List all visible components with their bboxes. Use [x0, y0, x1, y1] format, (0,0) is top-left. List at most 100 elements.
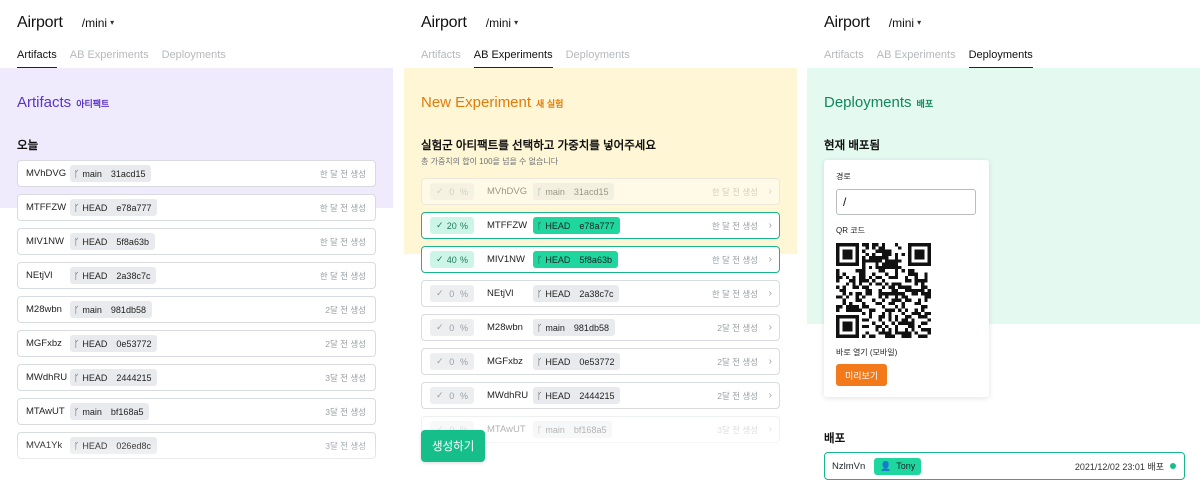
artifact-name: NEtjVl: [26, 270, 53, 281]
project-selector[interactable]: /mini ▾: [82, 16, 114, 30]
weight-note: 총 가중치의 합이 100을 넘을 수 없습니다: [421, 157, 559, 166]
git-branch-icon: ᚴ: [537, 186, 543, 197]
project-selector[interactable]: /mini ▾: [889, 16, 921, 30]
check-icon: ✓: [436, 288, 444, 298]
deployment-row[interactable]: NzlmVn 👤 Tony 2021/12/02 23:01 배포: [824, 452, 1185, 480]
tab-deployments[interactable]: Deployments: [968, 49, 1033, 68]
chevron-right-icon: ›: [768, 186, 772, 197]
artifacts-panel: Airport /mini ▾ Artifacts AB Experiments …: [0, 0, 393, 480]
experiment-artifact-row[interactable]: ✓ 0% MWdhRU ᚴ HEAD 2444215 2달 전 생성 ›: [421, 382, 780, 409]
project-name: /mini: [485, 16, 512, 30]
created-time: 한 달 전 생성: [319, 236, 366, 247]
branch-name: HEAD: [545, 288, 571, 299]
created-time: 3달 전 생성: [717, 424, 758, 435]
artifact-name: MVhDVG: [487, 186, 528, 197]
current-deployment-heading: 현재 배포됨: [824, 140, 881, 152]
top-bar: Airport /mini ▾: [421, 12, 518, 34]
weight-input[interactable]: ✓ 0%: [430, 353, 474, 370]
preview-button[interactable]: 미리보기: [836, 364, 888, 386]
tab-artifacts[interactable]: Artifacts: [421, 49, 461, 68]
artifact-row[interactable]: MVA1Yk ᚴ HEAD 026ed8c 3달 전 생성: [17, 432, 376, 459]
experiment-artifact-row[interactable]: ✓ 0% MGFxbz ᚴ HEAD 0e53772 2달 전 생성 ›: [421, 348, 780, 375]
weight-input[interactable]: ✓ 0%: [430, 183, 474, 200]
created-time: 2달 전 생성: [325, 338, 366, 349]
branch-badge: ᚴ main 31acd15: [70, 165, 152, 182]
created-time: 한 달 전 생성: [711, 288, 758, 299]
artifact-row[interactable]: MTAwUT ᚴ main bf168a5 3달 전 생성: [17, 398, 376, 425]
experiment-artifact-row[interactable]: ✓ 20% MTFFZW ᚴ HEAD e78a777 한 달 전 생성 ›: [421, 212, 780, 239]
git-branch-icon: ᚴ: [537, 220, 543, 231]
tab-ab-experiments[interactable]: AB Experiments: [70, 49, 149, 68]
git-branch-icon: ᚴ: [537, 390, 543, 401]
artifact-name: MGFxbz: [487, 356, 523, 367]
tab-ab-experiments[interactable]: AB Experiments: [877, 49, 956, 68]
weight-value: 0: [449, 356, 455, 367]
tab-deployments[interactable]: Deployments: [162, 49, 226, 68]
git-branch-icon: ᚴ: [74, 440, 80, 451]
percent-sign: %: [459, 186, 468, 197]
created-time: 한 달 전 생성: [711, 186, 758, 197]
chevron-down-icon: ▾: [110, 17, 115, 27]
project-selector[interactable]: /mini ▾: [486, 16, 518, 30]
branch-badge: ᚴ HEAD e78a777: [70, 199, 158, 216]
weight-input[interactable]: ✓ 0%: [430, 285, 474, 302]
tab-artifacts[interactable]: Artifacts: [824, 49, 864, 68]
check-icon: ✓: [436, 356, 444, 366]
branch-name: HEAD: [545, 220, 571, 231]
artifact-name: MTAwUT: [26, 406, 65, 417]
artifact-row[interactable]: M28wbn ᚴ main 981db58 2달 전 생성: [17, 296, 376, 323]
git-branch-icon: ᚴ: [74, 338, 80, 349]
artifact-row[interactable]: NEtjVl ᚴ HEAD 2a38c7c 한 달 전 생성: [17, 262, 376, 289]
experiment-artifact-row[interactable]: ✓ 0% MVhDVG ᚴ main 31acd15 한 달 전 생성 ›: [421, 178, 780, 205]
weight-input[interactable]: ✓ 40%: [430, 251, 474, 268]
create-button[interactable]: 생성하기: [421, 430, 486, 462]
branch-badge: ᚴ HEAD 5f8a63b: [533, 251, 618, 268]
artifact-row[interactable]: MTFFZW ᚴ HEAD e78a777 한 달 전 생성: [17, 194, 376, 221]
branch-name: HEAD: [82, 202, 108, 213]
percent-sign: %: [459, 356, 468, 367]
branch-badge: ᚴ HEAD e78a777: [533, 217, 621, 234]
artifact-name: MTFFZW: [487, 220, 528, 231]
experiment-artifact-row[interactable]: ✓ 0% M28wbn ᚴ main 981db58 2달 전 생성 ›: [421, 314, 780, 341]
check-icon: ✓: [436, 390, 444, 400]
weight-input[interactable]: ✓ 20%: [430, 217, 474, 234]
weight-value: 0: [449, 288, 455, 299]
created-time: 한 달 전 생성: [319, 270, 366, 281]
commit-hash: 981db58: [110, 304, 146, 315]
branch-name: HEAD: [82, 372, 108, 383]
weight-input[interactable]: ✓ 0%: [430, 387, 474, 404]
tab-bar: Artifacts AB Experiments Deployments: [824, 49, 1033, 68]
artifact-name: MVA1Yk: [26, 440, 63, 451]
branch-name: HEAD: [545, 356, 571, 367]
branch-badge: ᚴ main bf168a5: [70, 403, 150, 420]
check-icon: ✓: [436, 220, 444, 230]
commit-hash: 981db58: [573, 322, 609, 333]
deployments-list-heading: 배포: [824, 433, 846, 445]
experiment-artifact-row[interactable]: ✓ 0% NEtjVl ᚴ HEAD 2a38c7c 한 달 전 생성 ›: [421, 280, 780, 307]
artifact-row[interactable]: MGFxbz ᚴ HEAD 0e53772 2달 전 생성: [17, 330, 376, 357]
tab-deployments[interactable]: Deployments: [566, 49, 630, 68]
experiment-artifact-row[interactable]: ✓ 40% MIV1NW ᚴ HEAD 5f8a63b 한 달 전 생성 ›: [421, 246, 780, 273]
git-branch-icon: ᚴ: [537, 254, 543, 265]
weight-input[interactable]: ✓ 0%: [430, 319, 474, 336]
created-time: 2달 전 생성: [717, 322, 758, 333]
percent-sign: %: [459, 220, 468, 231]
commit-hash: 2444215: [116, 372, 152, 383]
artifact-row[interactable]: MWdhRU ᚴ HEAD 2444215 3달 전 생성: [17, 364, 376, 391]
experiment-heading: 실험군 아티팩트를 선택하고 가중치를 넣어주세요: [421, 140, 656, 152]
tab-artifacts[interactable]: Artifacts: [17, 49, 57, 68]
git-branch-icon: ᚴ: [74, 168, 80, 179]
branch-name: HEAD: [545, 254, 571, 265]
branch-badge: ᚴ main 981db58: [70, 301, 152, 318]
path-input[interactable]: /: [836, 189, 976, 215]
tab-ab-experiments[interactable]: AB Experiments: [473, 49, 553, 68]
branch-badge: ᚴ HEAD 2a38c7c: [70, 267, 157, 284]
created-time: 3달 전 생성: [325, 372, 366, 383]
app-title: Airport: [824, 14, 870, 31]
artifact-row[interactable]: MIV1NW ᚴ HEAD 5f8a63b 한 달 전 생성: [17, 228, 376, 255]
artifact-name: MTAwUT: [487, 424, 526, 435]
branch-name: main: [82, 304, 102, 315]
branch-badge: ᚴ HEAD 2444215: [70, 369, 158, 386]
artifact-row[interactable]: MVhDVG ᚴ main 31acd15 한 달 전 생성: [17, 160, 376, 187]
qr-code: [836, 243, 931, 338]
